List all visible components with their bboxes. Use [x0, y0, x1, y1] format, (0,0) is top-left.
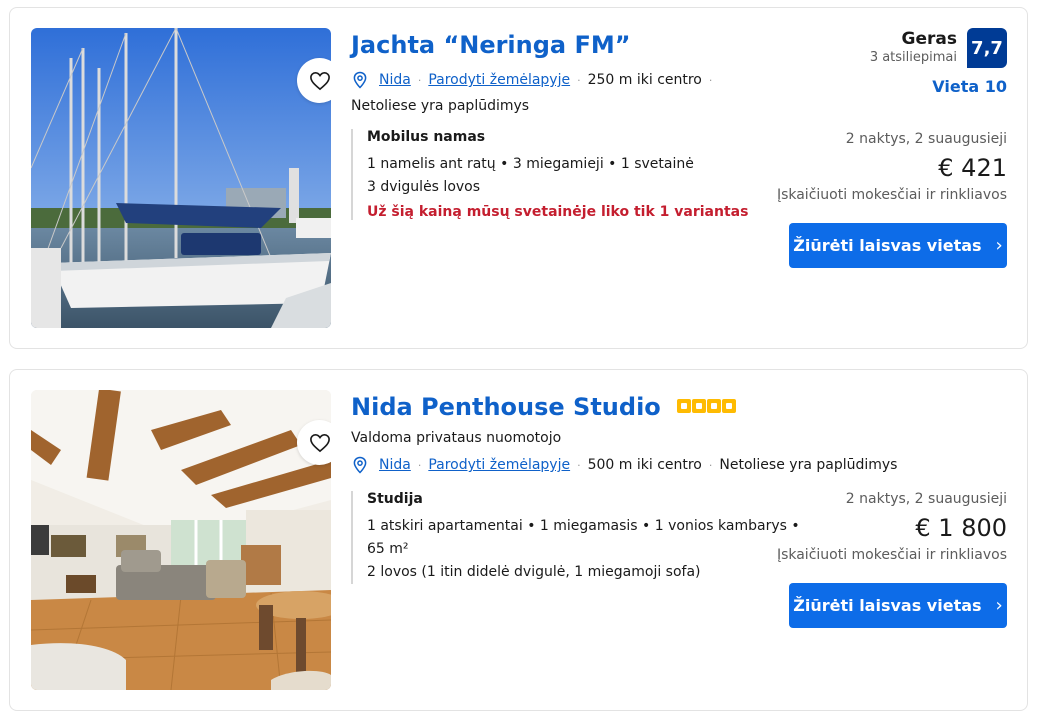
sailboat-photo [31, 28, 331, 328]
price-block: 2 naktys, 2 suaugusieji € 1 800 Įskaičiu… [777, 491, 1007, 563]
map-pin-icon [353, 71, 367, 89]
property-title-row: Nida Penthouse Studio [351, 393, 737, 421]
button-label: Žiūrėti laisvas vietas [793, 236, 982, 255]
beach-note: Netoliese yra paplūdimys [719, 457, 898, 473]
separator-dot: · [417, 73, 422, 87]
chevron-right-icon: › [995, 235, 1003, 256]
availability-warning: Už šią kainą mūsų svetainėje liko tik 1 … [367, 204, 749, 220]
distance-text: 250 m iki centro [587, 72, 702, 88]
separator-dot: · [708, 73, 713, 87]
room-detail-line: 2 lovos (1 itin didelė dvigulė, 1 miegam… [367, 564, 701, 580]
room-type: Studija [367, 491, 423, 507]
beach-note: Netoliese yra paplūdimys [351, 98, 530, 114]
heart-icon [309, 433, 330, 452]
room-details: Studija 1 atskiri apartamentai • 1 miega… [351, 491, 800, 584]
see-availability-button[interactable]: Žiūrėti laisvas vietas › [789, 583, 1007, 628]
separator-dot: · [417, 458, 422, 472]
property-card[interactable]: Jachta “Neringa FM” Nida · Parodyti žemė… [9, 7, 1028, 349]
managed-by-note: Valdoma privataus nuomotojo [351, 430, 562, 446]
star-icon [707, 399, 722, 413]
property-photo[interactable] [31, 390, 331, 690]
room-detail-line: 1 atskiri apartamentai • 1 miegamasis • … [367, 518, 800, 534]
review-score-badge: 7,7 [967, 28, 1007, 68]
price-block: 2 naktys, 2 suaugusieji € 421 Įskaičiuot… [777, 131, 1007, 203]
see-availability-button[interactable]: Žiūrėti laisvas vietas › [789, 223, 1007, 268]
price-amount: € 1 800 [915, 514, 1007, 542]
room-type: Mobilus namas [367, 129, 486, 145]
room-detail-line: 3 dvigulės lovos [367, 179, 481, 195]
room-detail-line: 1 namelis ant ratų • 3 miegamieji • 1 sv… [367, 156, 694, 172]
review-word: Geras [901, 29, 957, 49]
star-icon [722, 399, 737, 413]
stay-summary: 2 naktys, 2 suaugusieji [845, 131, 1007, 147]
heart-icon [309, 71, 330, 90]
star-rating [677, 399, 737, 413]
property-title[interactable]: Nida Penthouse Studio [351, 393, 661, 421]
city-link[interactable]: Nida [379, 457, 411, 473]
property-photo[interactable] [31, 28, 331, 328]
separator-dot: · [708, 458, 713, 472]
star-icon [692, 399, 707, 413]
price-amount: € 421 [938, 154, 1007, 182]
stay-summary: 2 naktys, 2 suaugusieji [845, 491, 1007, 507]
room-detail-line: 65 m² [367, 541, 409, 557]
show-on-map-link[interactable]: Parodyti žemėlapyje [428, 72, 570, 88]
map-pin-icon [353, 456, 367, 474]
show-on-map-link[interactable]: Parodyti žemėlapyje [428, 457, 570, 473]
location-row: Nida · Parodyti žemėlapyje · 250 m iki c… [351, 71, 719, 89]
distance-text: 500 m iki centro [587, 457, 702, 473]
star-icon [677, 399, 692, 413]
separator-dot: · [577, 458, 581, 472]
living-room-photo [31, 390, 331, 690]
property-card[interactable]: Nida Penthouse Studio Valdoma privataus … [9, 369, 1028, 711]
location-row: Nida · Parodyti žemėlapyje · 500 m iki c… [351, 456, 897, 474]
property-title[interactable]: Jachta “Neringa FM” [351, 31, 631, 59]
review-summary[interactable]: Geras 3 atsiliepimai 7,7 [870, 28, 1007, 68]
taxes-note: Įskaičiuoti mokesčiai ir rinkliavos [776, 187, 1007, 203]
review-count: 3 atsiliepimai [869, 50, 957, 65]
city-link[interactable]: Nida [379, 72, 411, 88]
button-label: Žiūrėti laisvas vietas [793, 596, 982, 615]
taxes-note: Įskaičiuoti mokesčiai ir rinkliavos [776, 547, 1007, 563]
chevron-right-icon: › [995, 595, 1003, 616]
location-score: Vieta 10 [932, 77, 1007, 96]
separator-dot: · [577, 73, 581, 87]
room-details: Mobilus namas 1 namelis ant ratų • 3 mie… [351, 129, 771, 220]
